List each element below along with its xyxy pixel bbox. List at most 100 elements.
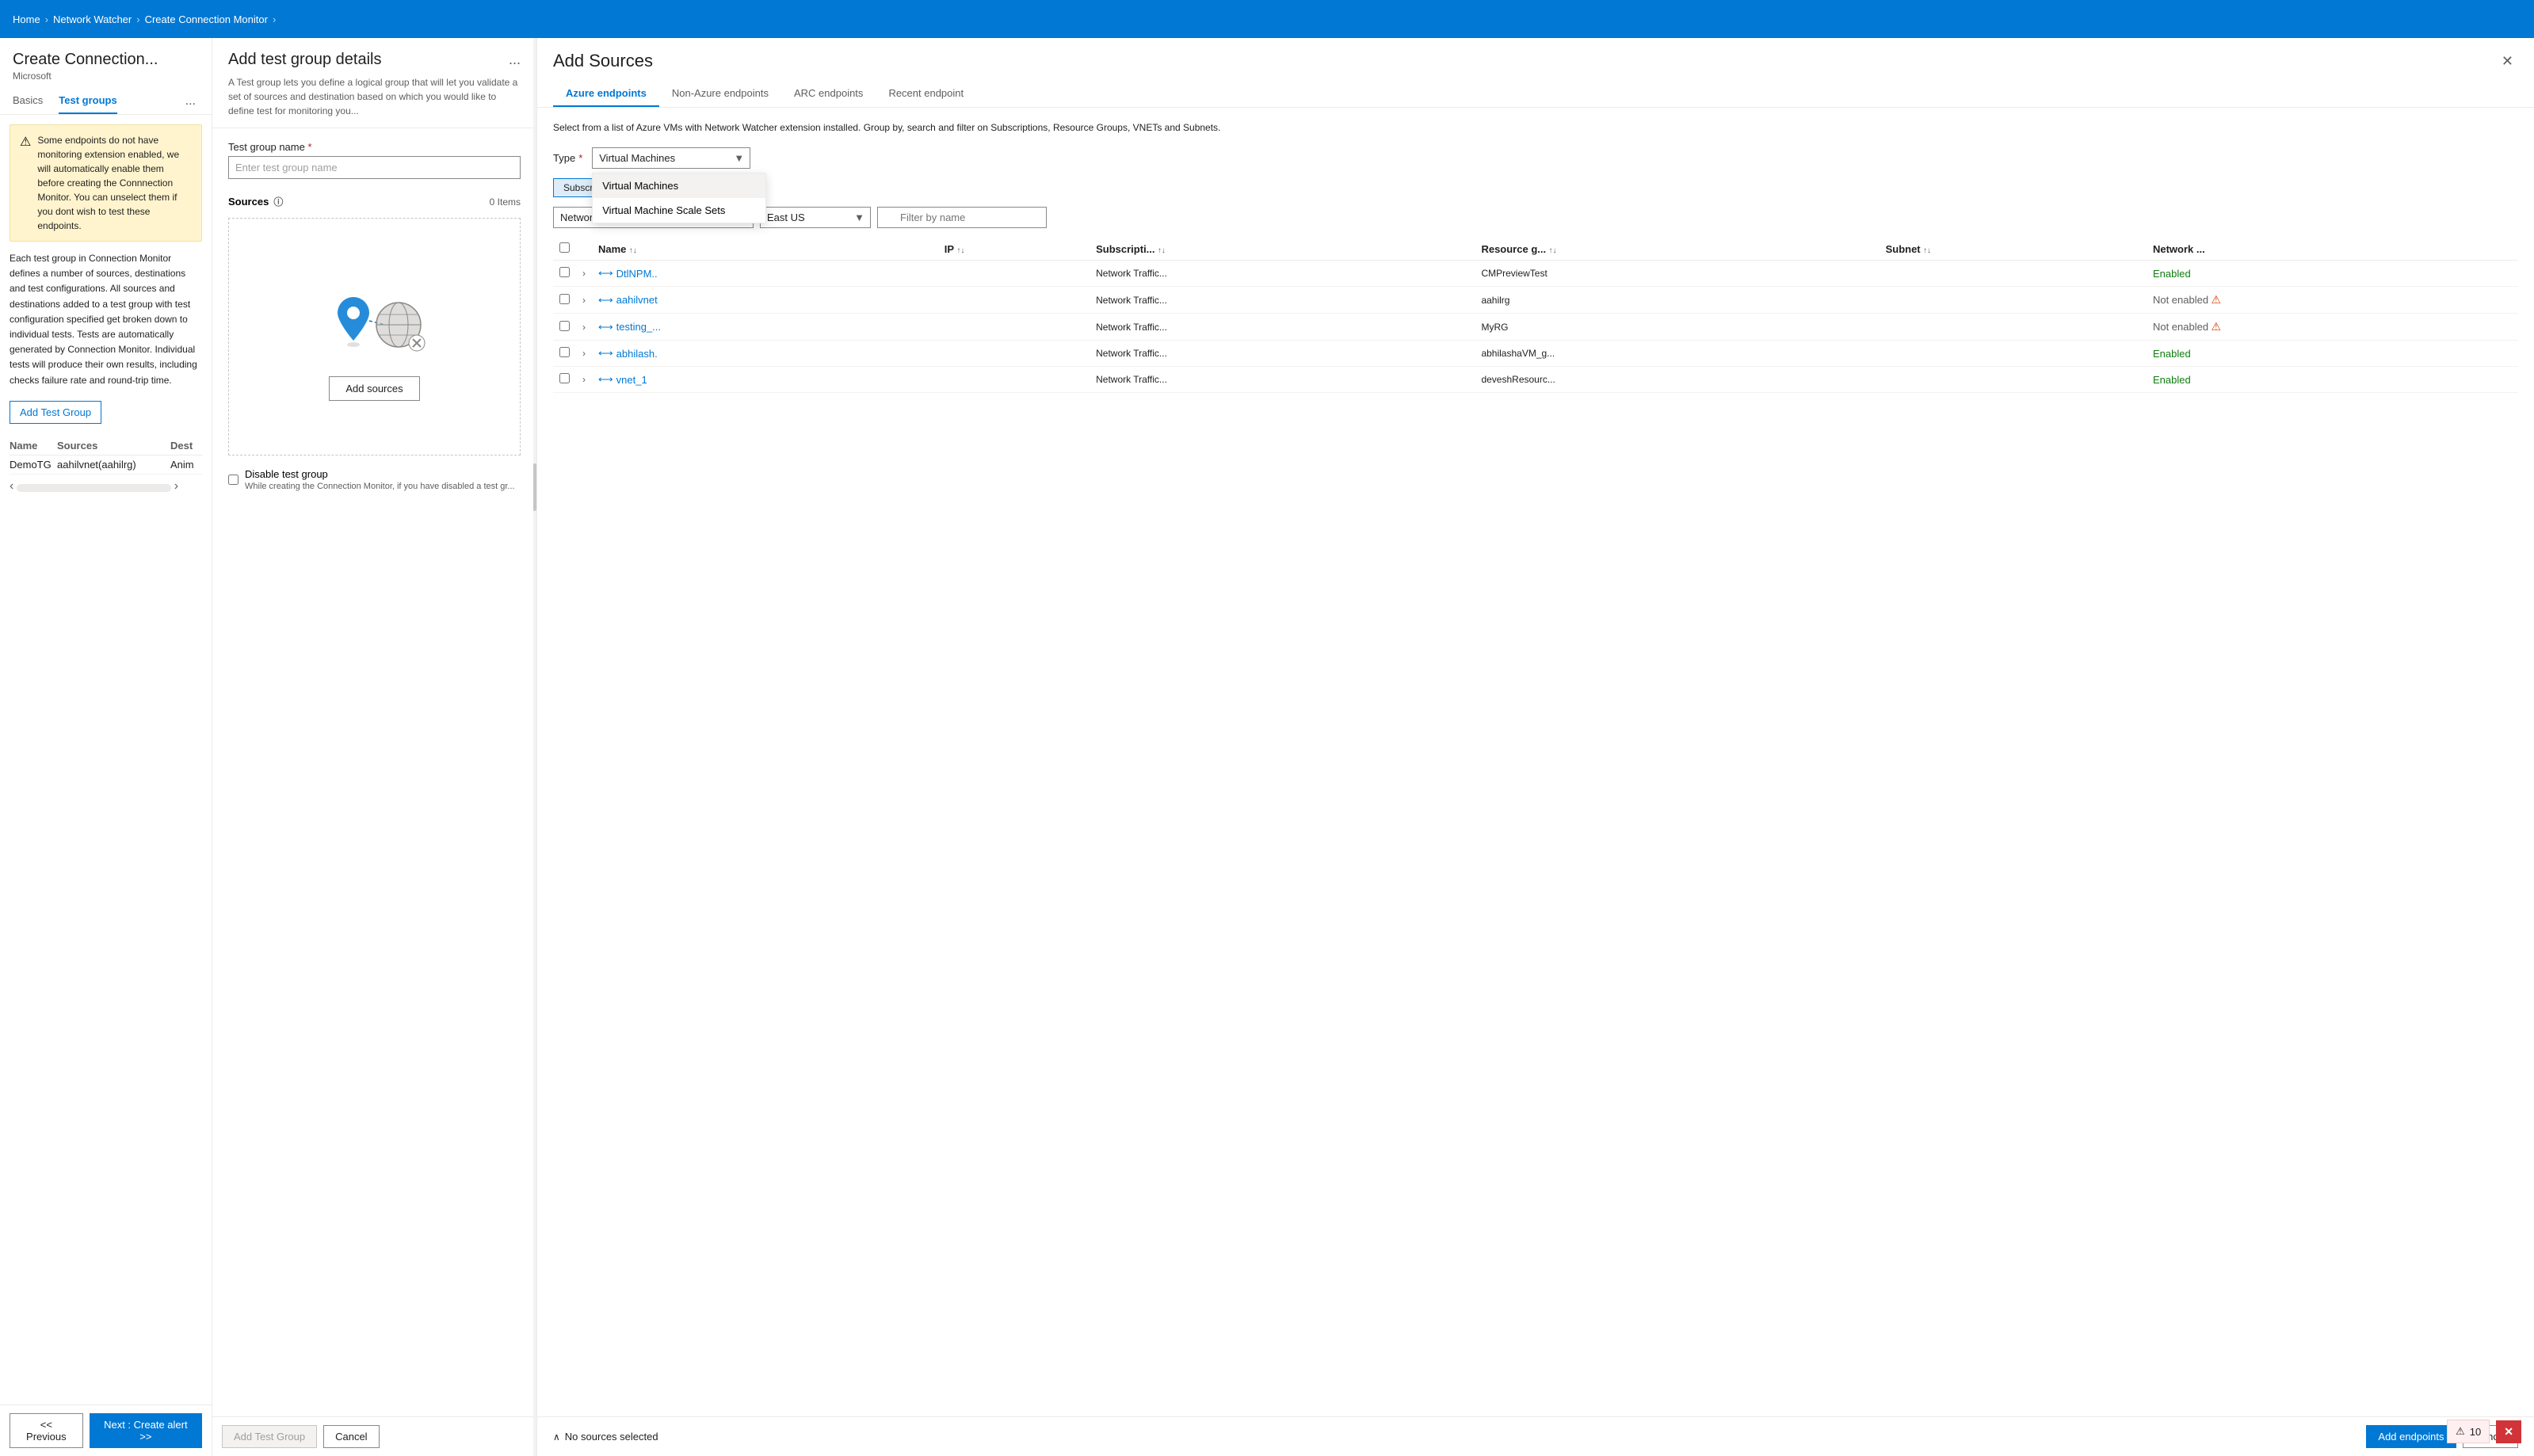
next-button[interactable]: Next : Create alert >> — [90, 1413, 202, 1448]
th-ip[interactable]: IP ↑↓ — [938, 238, 1090, 261]
table-row[interactable]: DemoTG aahilvnet(aahilrg) Anim — [10, 455, 202, 475]
row-name-0: ⟷ DtlNPM.. — [592, 261, 938, 287]
add-sources-button[interactable]: Add sources — [329, 376, 419, 401]
th-name[interactable]: Name ↑↓ — [592, 238, 938, 261]
test-group-name-input[interactable] — [228, 156, 521, 179]
row-ip-4 — [938, 367, 1090, 393]
table-row[interactable]: › ⟷ abhilash. Network Traffic... abhilas… — [553, 341, 2518, 367]
row-resource-group-4: deveshResourc... — [1475, 367, 1879, 393]
vm-icon-1: ⟷ — [598, 294, 613, 307]
info-circle-icon: ⓘ — [273, 195, 283, 208]
type-dropdown: Virtual Machines Virtual Machine Scale S… — [592, 173, 766, 223]
table-row[interactable]: › ⟷ aahilvnet Network Traffic... aahilrg… — [553, 287, 2518, 314]
tg-col-name: Name — [10, 440, 57, 452]
sources-section-title: Sources ⓘ — [228, 195, 283, 208]
tab-non-azure-endpoints[interactable]: Non-Azure endpoints — [659, 81, 781, 107]
row-subnet-4 — [1880, 367, 2147, 393]
cancel-middle-button[interactable]: Cancel — [323, 1425, 379, 1448]
warning-badge-icon: ⚠ — [2456, 1425, 2465, 1438]
no-sources-indicator: ∧ No sources selected — [553, 1431, 658, 1443]
sort-subnet-icon: ↑↓ — [1923, 246, 1931, 255]
vm-icon-0: ⟷ — [598, 267, 613, 280]
middle-more-button[interactable]: ... — [509, 51, 521, 68]
vm-link-2[interactable]: ⟷ testing_... — [598, 321, 932, 334]
th-expand — [576, 238, 592, 261]
row-checkbox-1[interactable] — [559, 294, 570, 304]
vm-icon-2: ⟷ — [598, 321, 613, 334]
expand-cell-0[interactable]: › — [576, 261, 592, 287]
th-subnet[interactable]: Subnet ↑↓ — [1880, 238, 2147, 261]
sources-count: 0 Items — [490, 196, 521, 208]
region-select[interactable]: East US — [760, 207, 871, 228]
scroll-left-arrow[interactable]: ‹ — [10, 479, 13, 494]
row-checkbox-4[interactable] — [559, 373, 570, 383]
left-more-button[interactable]: ... — [182, 91, 199, 112]
dropdown-item-vm[interactable]: Virtual Machines — [593, 173, 765, 198]
close-button[interactable]: ✕ — [2497, 51, 2518, 71]
table-row[interactable]: › ⟷ DtlNPM.. Network Traffic... CMPrevie… — [553, 261, 2518, 287]
row-checkbox-0[interactable] — [559, 267, 570, 277]
breadcrumb-network-watcher[interactable]: Network Watcher — [53, 13, 132, 25]
breadcrumb-home[interactable]: Home — [13, 13, 40, 25]
row-name-3: ⟷ abhilash. — [592, 341, 938, 367]
previous-button[interactable]: << Previous — [10, 1413, 83, 1448]
middle-description: A Test group lets you define a logical g… — [228, 75, 521, 118]
error-badge: ⚠ 10 — [2447, 1420, 2490, 1443]
tab-basics[interactable]: Basics — [13, 88, 43, 114]
expand-cell-2[interactable]: › — [576, 314, 592, 341]
th-checkbox — [553, 238, 576, 261]
expand-cell-4[interactable]: › — [576, 367, 592, 393]
row-subnet-2 — [1880, 314, 2147, 341]
disable-group-row: Disable test group While creating the Co… — [228, 468, 521, 491]
right-tabs: Azure endpoints Non-Azure endpoints ARC … — [553, 81, 2518, 107]
vm-link-1[interactable]: ⟷ aahilvnet — [598, 294, 932, 307]
left-panel: Create Connection... Microsoft Basics Te… — [0, 38, 212, 1456]
close-error-button[interactable]: ✕ — [2496, 1420, 2521, 1443]
middle-header: Add test group details ... A Test group … — [212, 38, 536, 128]
tab-recent-endpoint[interactable]: Recent endpoint — [876, 81, 976, 107]
vm-link-3[interactable]: ⟷ abhilash. — [598, 347, 932, 360]
tg-row-sources: aahilvnet(aahilrg) — [57, 459, 170, 471]
row-name-4: ⟷ vnet_1 — [592, 367, 938, 393]
middle-scrollbar[interactable] — [533, 38, 536, 1456]
tab-arc-endpoints[interactable]: ARC endpoints — [781, 81, 876, 107]
tab-azure-endpoints[interactable]: Azure endpoints — [553, 81, 659, 107]
empty-sources-area: Add sources — [228, 218, 521, 455]
row-resource-group-3: abhilashaVM_g... — [1475, 341, 1879, 367]
row-ip-2 — [938, 314, 1090, 341]
expand-cell-1[interactable]: › — [576, 287, 592, 314]
tab-test-groups[interactable]: Test groups — [59, 88, 116, 114]
row-ip-1 — [938, 287, 1090, 314]
row-resource-group-1: aahilrg — [1475, 287, 1879, 314]
filter-by-name-input[interactable] — [877, 207, 1047, 228]
th-resource-group[interactable]: Resource g... ↑↓ — [1475, 238, 1879, 261]
disable-test-group-checkbox[interactable] — [228, 475, 239, 485]
vm-icon-4: ⟷ — [598, 373, 613, 386]
right-title: Add Sources — [553, 51, 653, 71]
type-select[interactable]: Virtual MachinesVirtual Machine Scale Se… — [592, 147, 750, 169]
select-all-checkbox[interactable] — [559, 242, 570, 253]
tg-scroll-hint — [17, 484, 170, 492]
row-subscription-2: Network Traffic... — [1090, 314, 1475, 341]
table-row[interactable]: › ⟷ vnet_1 Network Traffic... deveshReso… — [553, 367, 2518, 393]
row-checkbox-2[interactable] — [559, 321, 570, 331]
bottom-bar: ⚠ 10 ✕ — [2447, 1420, 2521, 1443]
scroll-right-arrow[interactable]: › — [174, 479, 178, 494]
vm-link-0[interactable]: ⟷ DtlNPM.. — [598, 267, 932, 280]
vm-link-4[interactable]: ⟷ vnet_1 — [598, 373, 932, 386]
row-subnet-3 — [1880, 341, 2147, 367]
middle-panel: Add test group details ... A Test group … — [212, 38, 537, 1456]
top-bar: Home › Network Watcher › Create Connecti… — [0, 0, 2534, 38]
table-header: Name ↑↓ IP ↑↓ Subscripti... ↑↓ Reso — [553, 238, 2518, 261]
breadcrumb-create-connection-monitor[interactable]: Create Connection Monitor — [145, 13, 268, 25]
tg-col-sources: Sources — [57, 440, 170, 452]
th-subscription[interactable]: Subscripti... ↑↓ — [1090, 238, 1475, 261]
row-subscription-3: Network Traffic... — [1090, 341, 1475, 367]
row-network-status-3: Enabled — [2147, 341, 2518, 367]
row-checkbox-3[interactable] — [559, 347, 570, 357]
expand-cell-3[interactable]: › — [576, 341, 592, 367]
add-test-group-button[interactable]: Add Test Group — [10, 401, 101, 424]
dropdown-item-vmss[interactable]: Virtual Machine Scale Sets — [593, 198, 765, 223]
add-endpoints-button[interactable]: Add endpoints — [2366, 1425, 2456, 1448]
table-row[interactable]: › ⟷ testing_... Network Traffic... MyRG … — [553, 314, 2518, 341]
